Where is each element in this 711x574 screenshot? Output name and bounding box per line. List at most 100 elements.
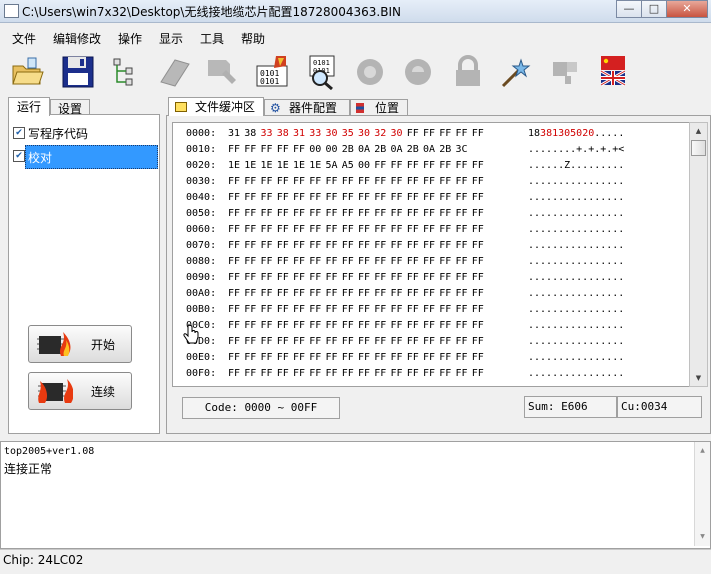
hex-byte[interactable]: FF (244, 206, 260, 222)
hex-byte[interactable]: FF (293, 142, 309, 158)
hex-row[interactable]: 0020: 1E 1E 1E 1E 1E 1E 5A A5 00 FF FF FF FF FF FF FF...… (186, 158, 624, 174)
hex-byte[interactable]: FF (374, 254, 390, 270)
hex-byte[interactable]: FF (472, 126, 488, 142)
hex-byte[interactable]: FF (326, 222, 342, 238)
hex-byte[interactable]: FF (342, 270, 358, 286)
hex-byte[interactable]: FF (309, 270, 325, 286)
hex-byte[interactable]: FF (374, 350, 390, 366)
hex-byte[interactable]: FF (472, 174, 488, 190)
hex-byte[interactable]: FF (244, 318, 260, 334)
hex-row[interactable]: 0070: FF FF FF FF FF FF FF FF FF FF FF FF FF FF FF FF...… (186, 238, 624, 254)
hex-byte[interactable]: FF (261, 318, 277, 334)
hex-byte[interactable]: FF (228, 206, 244, 222)
hex-byte[interactable]: FF (293, 190, 309, 206)
hex-byte[interactable]: FF (456, 126, 472, 142)
hex-byte[interactable]: FF (391, 318, 407, 334)
hex-byte[interactable]: FF (407, 334, 423, 350)
hex-byte[interactable]: FF (358, 222, 374, 238)
hex-byte[interactable]: FF (358, 286, 374, 302)
hex-byte[interactable]: FF (423, 174, 439, 190)
hex-byte[interactable]: FF (309, 334, 325, 350)
hex-byte[interactable]: FF (407, 254, 423, 270)
hex-byte[interactable]: FF (228, 286, 244, 302)
hex-byte[interactable]: FF (342, 190, 358, 206)
title-bar[interactable]: C:\Users\win7x32\Desktop\无线接地缆芯片配置187280… (0, 0, 711, 23)
hex-byte[interactable]: FF (228, 190, 244, 206)
hex-byte[interactable]: FF (244, 270, 260, 286)
vertical-scrollbar[interactable]: ▲ ▼ (689, 122, 708, 387)
scroll-down-icon[interactable]: ▼ (690, 371, 707, 385)
hex-row[interactable]: 00A0: FF FF FF FF FF FF FF FF FF FF FF FF FF FF FF FF...… (186, 286, 624, 302)
hex-byte[interactable]: FF (358, 190, 374, 206)
hex-byte[interactable]: FF (407, 238, 423, 254)
hex-byte[interactable]: FF (456, 158, 472, 174)
hex-byte[interactable]: FF (326, 174, 342, 190)
hex-byte[interactable]: FF (439, 190, 455, 206)
menu-operate[interactable]: 操作 (118, 30, 142, 47)
hex-byte[interactable]: FF (407, 302, 423, 318)
hex-byte[interactable]: 1E (244, 158, 260, 174)
hex-byte[interactable]: FF (293, 270, 309, 286)
close-button[interactable]: ✕ (666, 0, 708, 18)
hex-byte[interactable]: FF (228, 302, 244, 318)
checkbox-verify[interactable]: ✔ (13, 150, 25, 162)
hex-byte[interactable]: FF (407, 190, 423, 206)
hex-byte[interactable]: FF (277, 222, 293, 238)
hex-byte[interactable]: 33 (261, 126, 277, 142)
scroll-down-icon[interactable]: ▼ (694, 530, 711, 544)
hex-byte[interactable]: FF (342, 222, 358, 238)
hex-row[interactable]: 0010: FF FF FF FF FF 00 00 2B 0A 2B 0A 2B 0A 2B 3C.....… (186, 142, 624, 158)
hex-byte[interactable]: FF (374, 238, 390, 254)
hex-byte[interactable]: FF (293, 206, 309, 222)
checkbox-write-program[interactable]: ✔ (13, 127, 25, 139)
hex-byte[interactable]: FF (277, 238, 293, 254)
hex-byte[interactable]: FF (472, 366, 488, 382)
hex-byte[interactable]: 0A (358, 142, 374, 158)
hex-byte[interactable]: FF (261, 174, 277, 190)
hex-byte[interactable]: FF (309, 206, 325, 222)
hex-byte[interactable]: FF (277, 366, 293, 382)
hex-byte[interactable]: FF (472, 158, 488, 174)
hex-byte[interactable]: FF (374, 206, 390, 222)
hex-byte[interactable]: FF (244, 222, 260, 238)
hex-row[interactable]: 00C0: FF FF FF FF FF FF FF FF FF FF FF FF FF FF FF FF...… (186, 318, 624, 334)
hex-byte[interactable]: 33 (309, 126, 325, 142)
hex-byte[interactable]: FF (472, 270, 488, 286)
hex-byte[interactable]: FF (326, 206, 342, 222)
program-icon[interactable]: 0101 0101 (254, 54, 290, 90)
hex-byte[interactable]: FF (326, 318, 342, 334)
verify-icon[interactable] (352, 54, 388, 90)
hex-byte[interactable]: FF (228, 270, 244, 286)
hex-byte[interactable]: FF (423, 302, 439, 318)
label-write-program[interactable]: 写程序代码 (28, 125, 88, 142)
hex-byte[interactable]: 3C (456, 142, 472, 158)
hex-byte[interactable]: FF (423, 158, 439, 174)
hex-row[interactable]: 0080: FF FF FF FF FF FF FF FF FF FF FF FF FF FF FF FF...… (186, 254, 624, 270)
hex-byte[interactable]: FF (374, 334, 390, 350)
hex-byte[interactable]: FF (244, 366, 260, 382)
hex-byte[interactable]: FF (358, 254, 374, 270)
hex-byte[interactable]: FF (277, 334, 293, 350)
hex-byte[interactable]: FF (423, 286, 439, 302)
hex-byte[interactable]: FF (228, 174, 244, 190)
hex-byte[interactable]: FF (439, 286, 455, 302)
hex-byte[interactable]: FF (407, 318, 423, 334)
hex-byte[interactable]: FF (472, 238, 488, 254)
hex-byte[interactable]: FF (423, 350, 439, 366)
hex-byte[interactable]: 2B (374, 142, 390, 158)
hex-byte[interactable]: FF (277, 286, 293, 302)
hex-byte[interactable]: FF (261, 190, 277, 206)
hex-byte[interactable]: FF (374, 270, 390, 286)
hex-byte[interactable]: FF (391, 334, 407, 350)
hex-byte[interactable]: FF (342, 286, 358, 302)
hex-byte[interactable]: FF (228, 254, 244, 270)
hex-byte[interactable]: FF (423, 126, 439, 142)
hex-byte[interactable]: FF (244, 302, 260, 318)
hex-byte[interactable]: FF (456, 270, 472, 286)
hex-byte[interactable]: 31 (293, 126, 309, 142)
hex-byte[interactable]: 31 (228, 126, 244, 142)
hex-byte[interactable]: FF (277, 302, 293, 318)
hex-byte[interactable]: FF (342, 350, 358, 366)
hex-byte[interactable]: FF (293, 238, 309, 254)
hex-byte[interactable]: 00 (309, 142, 325, 158)
